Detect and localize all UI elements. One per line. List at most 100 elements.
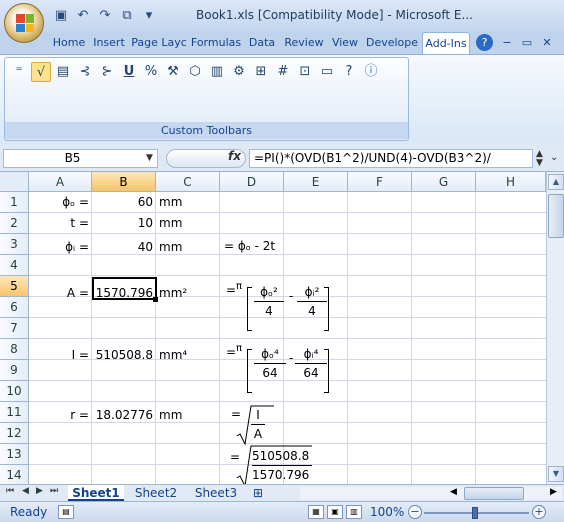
customize-qat-icon[interactable]: ▾ (140, 7, 158, 25)
macro-record-icon[interactable]: ▤ (58, 505, 74, 519)
scroll-left-icon[interactable]: ◀ (450, 487, 457, 497)
fill-handle[interactable] (153, 297, 158, 302)
select-all-corner[interactable] (0, 172, 29, 192)
name-box-dropdown-icon[interactable]: ▼ (146, 153, 153, 163)
grid-icon[interactable]: # (273, 62, 293, 82)
save-icon[interactable]: ▣ (52, 7, 70, 25)
vertical-scroll-thumb[interactable] (548, 194, 564, 238)
scroll-up-button[interactable]: ▲ (548, 174, 564, 190)
tab-insert[interactable]: Insert (89, 32, 129, 54)
zoom-slider-knob[interactable] (472, 507, 478, 519)
box-icon[interactable]: ⊡ (295, 62, 315, 82)
tree-icon[interactable]: ⊰ (75, 62, 95, 82)
tab-data[interactable]: Data (244, 32, 280, 54)
cell-b2[interactable]: 10 (92, 213, 153, 234)
cell-c8[interactable]: mm⁴ (159, 345, 219, 366)
tab-home[interactable]: Home (50, 32, 88, 54)
cube-icon[interactable]: ⬡ (185, 62, 205, 82)
last-sheet-icon[interactable]: ⏭ (50, 486, 58, 496)
sheet-tab-sheet3[interactable]: Sheet3 (188, 485, 244, 501)
expand-icon[interactable]: ⌄ (550, 152, 558, 163)
underline-icon[interactable]: U (119, 62, 139, 82)
formula-input[interactable]: =PI()*(OVD(B1^2)/UND(4)-OVD(B3^2)/ (249, 149, 533, 168)
cell-b3[interactable]: 40 (92, 237, 153, 258)
help-pointer-icon[interactable]: ? (339, 62, 359, 82)
window-icon[interactable]: ⧉ (118, 7, 136, 25)
close-window-icon[interactable]: ✕ (538, 32, 556, 54)
vertical-scrollbar[interactable]: ▲ ▼ (546, 172, 564, 484)
insert-function-icon[interactable]: fx (228, 149, 241, 163)
formula-bar-expand[interactable]: ▲ ▼ ⌄ (534, 149, 562, 168)
row-header-12[interactable]: 12 (0, 423, 29, 444)
column-header-c[interactable]: C (156, 172, 220, 192)
cell-c11[interactable]: mm (159, 405, 219, 426)
zoom-in-icon[interactable]: + (532, 505, 546, 519)
cell-c1[interactable]: mm (159, 192, 219, 213)
horizontal-scrollbar[interactable]: ◀ ▶ (300, 487, 562, 500)
sqrt-icon[interactable]: √ (31, 62, 51, 82)
tab-formulas[interactable]: Formulas (189, 32, 243, 54)
minimize-window-icon[interactable]: − (498, 32, 516, 54)
card-icon[interactable]: ▭ (317, 62, 337, 82)
sheet-tab-sheet1[interactable]: Sheet1 (68, 485, 124, 501)
office-button[interactable] (4, 3, 44, 43)
sheet-tab-sheet2[interactable]: Sheet2 (128, 485, 184, 501)
cell-b1[interactable]: 60 (92, 192, 153, 213)
scroll-down-button[interactable]: ▼ (548, 466, 564, 482)
row-header-9[interactable]: 9 (0, 360, 29, 381)
undo-icon[interactable]: ↶ (74, 7, 92, 25)
row-header-13[interactable]: 13 (0, 444, 29, 465)
percent-icon[interactable]: % (141, 62, 161, 82)
column-header-e[interactable]: E (284, 172, 348, 192)
cell-a5[interactable]: A = (29, 283, 89, 304)
row-header-1[interactable]: 1 (0, 192, 29, 213)
tab-view[interactable]: View (328, 32, 362, 54)
ruler-icon[interactable]: ⊞ (251, 62, 271, 82)
cell-a8[interactable]: I = (29, 345, 89, 366)
zoom-slider[interactable] (424, 507, 529, 519)
cell-a2[interactable]: t = (29, 213, 89, 234)
restore-window-icon[interactable]: ▭ (518, 32, 536, 54)
chart-icon[interactable]: ▥ (207, 62, 227, 82)
name-box[interactable]: B5 (3, 149, 158, 168)
column-header-b[interactable]: B (92, 172, 156, 192)
cell-b8[interactable]: 510508.8 (92, 345, 153, 366)
tab-page-layout[interactable]: Page Layc (130, 32, 188, 54)
row-header-6[interactable]: 6 (0, 297, 29, 318)
first-sheet-icon[interactable]: ⏮ (6, 486, 14, 496)
horizontal-scroll-thumb[interactable] (464, 487, 524, 500)
column-header-d[interactable]: D (220, 172, 284, 192)
row-header-10[interactable]: 10 (0, 381, 29, 402)
normal-view-icon[interactable]: ▦ (308, 505, 324, 519)
row-header-4[interactable]: 4 (0, 255, 29, 276)
gear-icon[interactable]: ⚙ (229, 62, 249, 82)
redo-icon[interactable]: ↷ (96, 7, 114, 25)
cell-c5[interactable]: mm² (159, 283, 219, 304)
scroll-down-icon[interactable]: ▼ (536, 158, 543, 168)
page-break-view-icon[interactable]: ▥ (346, 505, 362, 519)
scroll-right-icon[interactable]: ▶ (550, 487, 557, 497)
info-icon[interactable]: ⓘ (361, 62, 381, 82)
cell-a1[interactable]: ϕₒ = (29, 192, 89, 213)
tab-developer[interactable]: Develope (363, 32, 421, 54)
column-header-f[interactable]: F (348, 172, 412, 192)
page-layout-view-icon[interactable]: ▣ (327, 505, 343, 519)
stack-icon[interactable]: ▤ (53, 62, 73, 82)
cell-b11[interactable]: 18.02776 (92, 405, 153, 426)
column-header-h[interactable]: H (476, 172, 546, 192)
row-header-2[interactable]: 2 (0, 213, 29, 234)
insert-sheet-icon[interactable]: ⊞ (248, 485, 268, 501)
row-header-11[interactable]: 11 (0, 402, 29, 423)
tools-icon[interactable]: ⚒ (163, 62, 183, 82)
cell-c3[interactable]: mm (159, 237, 219, 258)
help-icon[interactable]: ? (476, 34, 493, 51)
zoom-level[interactable]: 100% (370, 505, 404, 519)
row-header-3[interactable]: 3 (0, 234, 29, 255)
zoom-out-icon[interactable]: − (408, 505, 422, 519)
column-header-g[interactable]: G (412, 172, 476, 192)
row-header-14[interactable]: 14 (0, 465, 29, 484)
next-sheet-icon[interactable]: ▶ (36, 486, 43, 496)
row-header-8[interactable]: 8 (0, 339, 29, 360)
tree2-icon[interactable]: ⊱ (97, 62, 117, 82)
column-header-a[interactable]: A (29, 172, 92, 192)
